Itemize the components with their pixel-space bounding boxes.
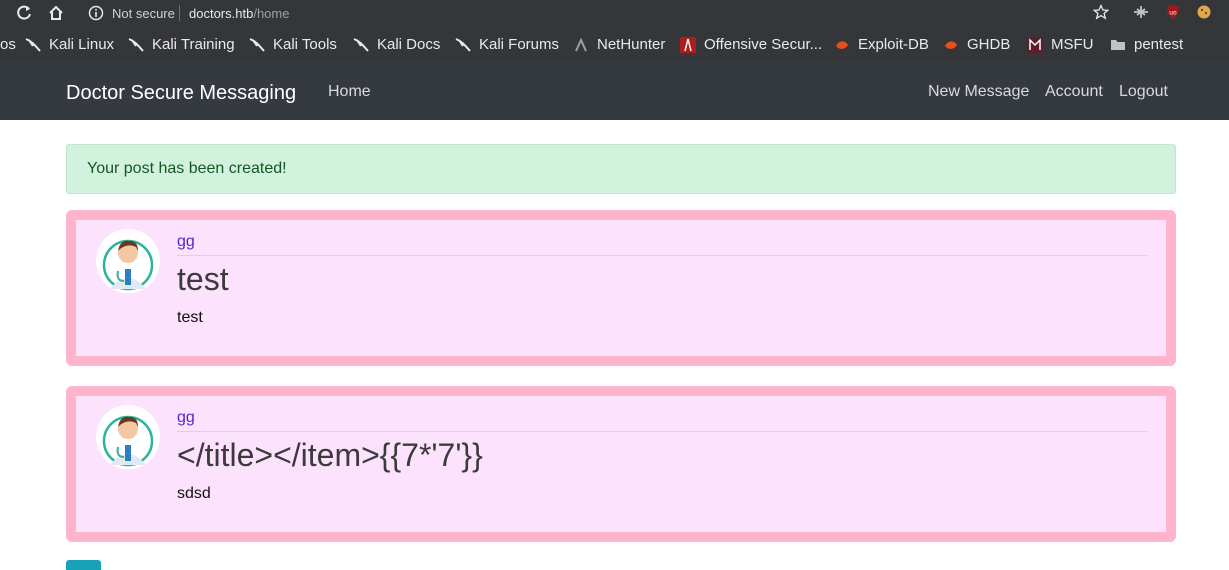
url-path: /home xyxy=(253,6,290,21)
offsec-icon xyxy=(680,36,696,53)
nav-home-link[interactable]: Home xyxy=(328,83,371,101)
post-body: sdsd xyxy=(177,485,211,502)
browser-toolbar: Not secure doctors.htb/home uo xyxy=(0,0,1229,26)
ghdb-icon xyxy=(945,40,957,49)
ublock-origin-icon[interactable]: uo xyxy=(1165,4,1181,20)
kali-dragon-icon xyxy=(249,37,265,52)
bookmark-label: Kali Training xyxy=(152,36,235,53)
reload-icon[interactable] xyxy=(15,4,33,22)
doctor-avatar-icon xyxy=(96,405,160,469)
post-author-link[interactable]: gg xyxy=(177,233,195,251)
alert-message: Your post has been created! xyxy=(87,160,287,177)
bookmark-label: pentest xyxy=(1134,36,1184,53)
bookmark-kali-forums[interactable]: Kali Forums xyxy=(455,36,559,53)
bookmark-label: os xyxy=(0,36,16,53)
bookmark-label: MSFU xyxy=(1051,36,1094,53)
bookmark-folder-pentest[interactable]: pentest xyxy=(1110,36,1183,53)
svg-text:uo: uo xyxy=(1169,10,1177,17)
site-navbar: Doctor Secure Messaging Home New Message… xyxy=(0,62,1229,120)
bookmark-label: GHDB xyxy=(967,36,1011,53)
bookmark-label: Kali Linux xyxy=(49,36,115,53)
bookmark-label: Offensive Secur... xyxy=(704,36,823,53)
brand-link[interactable]: Doctor Secure Messaging xyxy=(66,82,296,105)
author-divider xyxy=(177,255,1147,256)
post-body: test xyxy=(177,309,203,326)
exploitdb-icon xyxy=(836,40,848,49)
cookie-extension-icon[interactable] xyxy=(1196,4,1212,20)
address-bar[interactable]: doctors.htb/home xyxy=(189,6,289,21)
bookmark-label: Kali Forums xyxy=(479,36,560,53)
bookmark-kali-training[interactable]: Kali Training xyxy=(128,36,235,53)
nethunter-icon xyxy=(575,37,587,51)
url-host: doctors.htb xyxy=(189,6,254,21)
post-content: gg </title></item>{{7*'7'}} sdsd xyxy=(76,396,1166,532)
home-icon[interactable] xyxy=(47,4,65,22)
doctor-avatar-icon xyxy=(96,229,160,293)
nav-logout-link[interactable]: Logout xyxy=(1119,83,1168,101)
post-card: gg test test xyxy=(66,210,1176,366)
msfu-icon xyxy=(1027,36,1043,53)
bookmark-label: Exploit-DB xyxy=(858,36,929,53)
bookmark-ghdb[interactable]: GHDB xyxy=(943,36,1010,53)
nav-new-message-link[interactable]: New Message xyxy=(928,83,1029,101)
post-title-link[interactable]: </title></item>{{7*'7'}} xyxy=(177,437,483,474)
pagination-button[interactable] xyxy=(66,560,101,570)
bookmark-kali-linux[interactable]: Kali Linux xyxy=(25,36,114,53)
bookmark-star-icon[interactable] xyxy=(1093,4,1109,20)
success-alert: Your post has been created! xyxy=(66,144,1176,194)
extension-plane-icon[interactable] xyxy=(1133,4,1149,20)
bookmark-nethunter[interactable]: NetHunter xyxy=(573,36,665,53)
bookmark-label: Kali Docs xyxy=(377,36,441,53)
info-icon[interactable] xyxy=(88,5,104,21)
bookmark-label: Kali Tools xyxy=(273,36,337,53)
bookmark-msfu[interactable]: MSFU xyxy=(1027,36,1094,53)
post-card: gg </title></item>{{7*'7'}} sdsd xyxy=(66,386,1176,542)
kali-dragon-icon xyxy=(455,37,471,52)
folder-icon xyxy=(1111,39,1125,50)
bookmark-exploit-db[interactable]: Exploit-DB xyxy=(834,36,929,53)
post-content: gg test test xyxy=(76,220,1166,356)
bookmark-kali-tools[interactable]: Kali Tools xyxy=(249,36,337,53)
nav-account-link[interactable]: Account xyxy=(1045,83,1103,101)
url-separator xyxy=(179,5,180,21)
kali-dragon-icon xyxy=(25,37,41,52)
kali-dragon-icon xyxy=(128,37,144,52)
bookmarks-bar: os Kali Linux Kali Training Kali Tools K… xyxy=(0,26,1229,62)
kali-dragon-icon xyxy=(353,37,369,52)
bookmark-truncated[interactable]: os xyxy=(0,36,16,53)
bookmark-kali-docs[interactable]: Kali Docs xyxy=(353,36,440,53)
security-label[interactable]: Not secure xyxy=(112,6,175,21)
bookmark-label: NetHunter xyxy=(597,36,666,53)
post-author-link[interactable]: gg xyxy=(177,409,195,427)
post-title-link[interactable]: test xyxy=(177,261,229,298)
author-divider xyxy=(177,431,1147,432)
bookmark-offensive-security[interactable]: Offensive Secur... xyxy=(680,36,822,53)
